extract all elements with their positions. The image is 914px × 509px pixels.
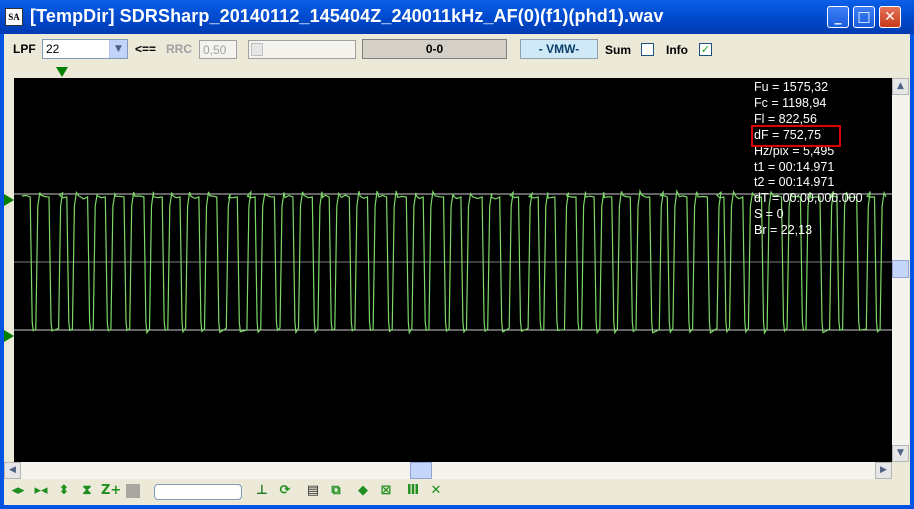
toolbar: LPF 22 ▼ <== RRC 0,50 0-0 - VMW- Sum Inf… bbox=[4, 34, 910, 64]
scroll-left-icon[interactable]: ◀ bbox=[4, 462, 21, 479]
rrc-slider[interactable] bbox=[248, 40, 356, 59]
info-fu: Fu = 1575,32 bbox=[754, 80, 829, 94]
rrc-label: RRC bbox=[166, 42, 192, 56]
stop-icon[interactable] bbox=[124, 483, 142, 499]
refresh-icon[interactable]: ⟳ bbox=[276, 483, 294, 499]
scroll-up-icon[interactable]: ▲ bbox=[892, 78, 909, 95]
maximize-button[interactable]: □ bbox=[853, 6, 875, 28]
info-fc: Fc = 1198,94 bbox=[754, 95, 827, 110]
scroll-right-icon[interactable]: ▶ bbox=[875, 462, 892, 479]
lpf-select[interactable]: 22 ▼ bbox=[42, 39, 128, 59]
lower-level-marker[interactable] bbox=[4, 330, 14, 342]
slider-thumb[interactable] bbox=[251, 43, 263, 56]
clipboard-icon[interactable]: ▤ bbox=[304, 483, 322, 499]
expand-vertical-icon[interactable]: ⬍ bbox=[55, 483, 73, 499]
zoom-plus-icon[interactable]: Z+ bbox=[101, 483, 121, 499]
app-icon[interactable]: SA bbox=[5, 8, 23, 26]
info-s: S = 0 bbox=[754, 207, 784, 222]
frequency-marker-top[interactable] bbox=[56, 67, 68, 77]
scroll-down-icon[interactable]: ▼ bbox=[892, 445, 909, 462]
cross-icon[interactable]: ✕ bbox=[427, 483, 445, 499]
info-label: Info bbox=[666, 43, 688, 57]
info-t1: t1 = 00:14.971 bbox=[754, 159, 835, 174]
expand-horizontal-icon[interactable]: ◂▸ bbox=[9, 483, 27, 499]
bottom-toolbar: ◂▸ ▸◂ ⬍ ⧗ Z+ ⊥ ⟳ ▤ ⧉ ◆ ⊠ Ⅲ ✕ bbox=[4, 479, 910, 505]
vertical-scrollbar[interactable]: ▲ ▼ bbox=[892, 78, 909, 462]
vertical-scroll-thumb[interactable] bbox=[892, 260, 909, 278]
diamond-icon[interactable]: ◆ bbox=[354, 483, 372, 499]
close-button[interactable]: ✕ bbox=[879, 6, 901, 28]
upper-level-marker[interactable] bbox=[4, 194, 14, 206]
info-t2: t2 = 00:14.971 bbox=[754, 175, 835, 190]
horizontal-scrollbar[interactable]: ◀ ▶ bbox=[4, 462, 892, 479]
info-panel: Fu = 1575,32 Fc = 1198,94 Fl = 822,56 dF… bbox=[754, 80, 890, 239]
signal-plot[interactable]: Fu = 1575,32 Fc = 1198,94 Fl = 822,56 dF… bbox=[14, 78, 892, 462]
rrc-input[interactable]: 0,50 bbox=[199, 40, 237, 59]
marker-icon[interactable]: ⊥ bbox=[253, 483, 271, 499]
horizontal-scroll-thumb[interactable] bbox=[410, 462, 432, 479]
bars-icon[interactable]: Ⅲ bbox=[404, 483, 422, 499]
shrink-horizontal-icon[interactable]: ▸◂ bbox=[32, 483, 50, 499]
minimize-button[interactable]: _ bbox=[827, 6, 849, 28]
info-dt: dT = 00:00,000.000 bbox=[754, 191, 863, 206]
arrow-label: <== bbox=[135, 42, 157, 56]
copy-icon[interactable]: ⧉ bbox=[327, 483, 345, 499]
mode-display[interactable]: - VMW- bbox=[520, 39, 598, 59]
shrink-vertical-icon[interactable]: ⧗ bbox=[78, 483, 96, 499]
range-display: 0-0 bbox=[362, 39, 507, 59]
title-bar[interactable]: SA [TempDir] SDRSharp_20140112_145404Z_2… bbox=[0, 0, 914, 34]
application-window: SA [TempDir] SDRSharp_20140112_145404Z_2… bbox=[0, 0, 914, 509]
sum-label: Sum bbox=[605, 43, 632, 57]
df-highlight-box bbox=[751, 125, 841, 147]
lpf-label: LPF bbox=[13, 42, 36, 56]
info-br: Br = 22,13 bbox=[754, 223, 813, 238]
sum-checkbox[interactable] bbox=[641, 43, 654, 56]
info-checkbox[interactable]: ✓ bbox=[699, 43, 712, 56]
chevron-down-icon[interactable]: ▼ bbox=[109, 40, 127, 58]
lpf-value: 22 bbox=[46, 42, 60, 56]
select-range-icon[interactable]: ⊠ bbox=[377, 483, 395, 499]
window-title: [TempDir] SDRSharp_20140112_145404Z_2400… bbox=[30, 6, 664, 26]
bottom-text-input[interactable] bbox=[154, 484, 242, 500]
client-area: LPF 22 ▼ <== RRC 0,50 0-0 - VMW- Sum Inf… bbox=[4, 34, 910, 505]
